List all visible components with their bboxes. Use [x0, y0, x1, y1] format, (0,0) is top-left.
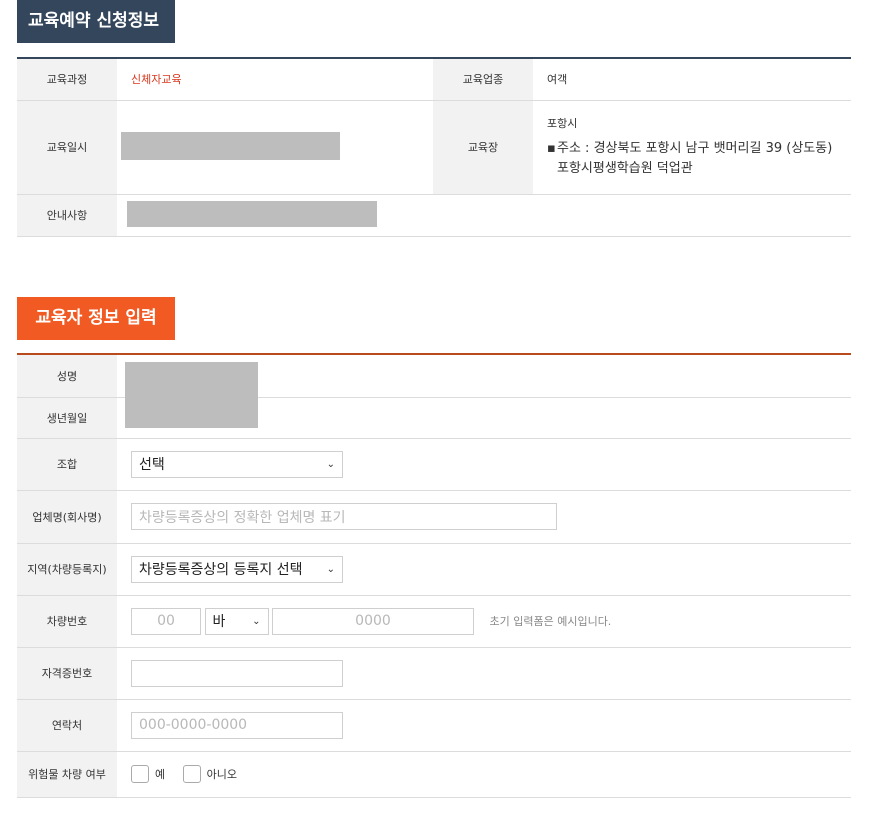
vehicle-hint: 초기 입력폼은 예시입니다.: [489, 615, 612, 628]
table-row: 안내사항: [17, 194, 851, 237]
table-row: 차량번호 00 바 ⌄ 0000 초기 입력폼은 예시입니다.: [17, 595, 851, 648]
course-label: 교육과정: [17, 58, 117, 101]
name-birth-redacted-value: [125, 362, 258, 428]
industry-value: 여객: [533, 58, 851, 101]
license-input[interactable]: [131, 659, 343, 687]
phone-placeholder: 000-0000-0000: [139, 717, 248, 733]
table-row: 지역(차량등록지) 차량등록증상의 등록지 선택 ⌄: [17, 543, 851, 596]
notice-redacted-value: [127, 200, 377, 227]
bullet-icon: ▪: [547, 141, 556, 156]
company-label: 업체명(회사명): [17, 490, 117, 544]
table-row: 연락처 000-0000-0000: [17, 699, 851, 752]
vehicle-label: 차량번호: [17, 595, 117, 648]
region-label: 지역(차량등록지): [17, 543, 117, 596]
hazard-no-checkbox[interactable]: [182, 765, 201, 783]
venue-label: 교육장: [433, 100, 533, 195]
table-row: 위험물 차량 여부 예 아니오: [17, 751, 851, 798]
union-label: 조합: [17, 438, 117, 491]
vehicle-region-placeholder: 00: [157, 613, 175, 629]
chevron-down-icon: ⌄: [252, 615, 261, 627]
phone-input[interactable]: 000-0000-0000: [131, 711, 343, 739]
union-select-value: 선택: [139, 457, 165, 473]
venue-city: 포항시: [547, 117, 578, 130]
hazard-no-label[interactable]: 아니오: [207, 768, 237, 781]
hazard-yes-checkbox[interactable]: [131, 765, 149, 783]
table-row: 교육일시 교육장 포항시 ▪ 주소 : 경상북도 포항시 남구 뱃머리길 39 …: [17, 100, 851, 195]
venue-address-line1: 주소 : 경상북도 포항시 남구 뱃머리길 39 (상도동): [557, 141, 833, 156]
company-input[interactable]: 차량등록증상의 정확한 업체명 표기: [131, 503, 557, 530]
section-title-trainee-info: 교육자 정보 입력: [17, 297, 175, 340]
datetime-label: 교육일시: [17, 100, 117, 195]
industry-label: 교육업종: [433, 58, 533, 101]
vehicle-region-input[interactable]: 00: [131, 607, 201, 635]
hazard-label: 위험물 차량 여부: [17, 751, 117, 798]
region-select[interactable]: 차량등록증상의 등록지 선택 ⌄: [131, 555, 343, 583]
datetime-redacted-value: [121, 131, 340, 160]
birth-label: 생년월일: [17, 397, 117, 439]
vehicle-type-select[interactable]: 바 ⌄: [204, 607, 269, 635]
region-select-value: 차량등록증상의 등록지 선택: [139, 562, 303, 578]
section-title-reservation: 교육예약 신청정보: [17, 0, 175, 43]
reservation-info-table: 교육과정 신체자교육 교육업종 여객 교육일시 교육장 포항시 ▪ 주소 : 경…: [17, 57, 851, 237]
vehicle-type-value: 바: [212, 614, 226, 630]
table-row: 업체명(회사명) 차량등록증상의 정확한 업체명 표기: [17, 490, 851, 544]
union-select[interactable]: 선택 ⌄: [131, 450, 343, 478]
chevron-down-icon: ⌄: [326, 563, 335, 575]
table-row: 자격증번호: [17, 647, 851, 700]
course-value: 신체자교육: [117, 58, 433, 101]
table-row: 교육과정 신체자교육 교육업종 여객: [17, 58, 851, 101]
venue-address: ▪ 주소 : 경상북도 포항시 남구 뱃머리길 39 (상도동) 포항시평생학습…: [547, 139, 851, 179]
name-label: 성명: [17, 354, 117, 398]
hazard-yes-label[interactable]: 예: [155, 768, 165, 781]
table-row: 조합 선택 ⌄: [17, 438, 851, 491]
venue-address-line2: 포항시평생학습원 덕업관: [557, 161, 693, 176]
chevron-down-icon: ⌄: [326, 458, 335, 470]
vehicle-number-input[interactable]: 0000: [272, 607, 474, 635]
vehicle-number-placeholder: 0000: [355, 613, 391, 629]
license-label: 자격증번호: [17, 647, 117, 700]
notice-label: 안내사항: [17, 194, 117, 237]
phone-label: 연락처: [17, 699, 117, 752]
company-placeholder: 차량등록증상의 정확한 업체명 표기: [139, 509, 346, 526]
